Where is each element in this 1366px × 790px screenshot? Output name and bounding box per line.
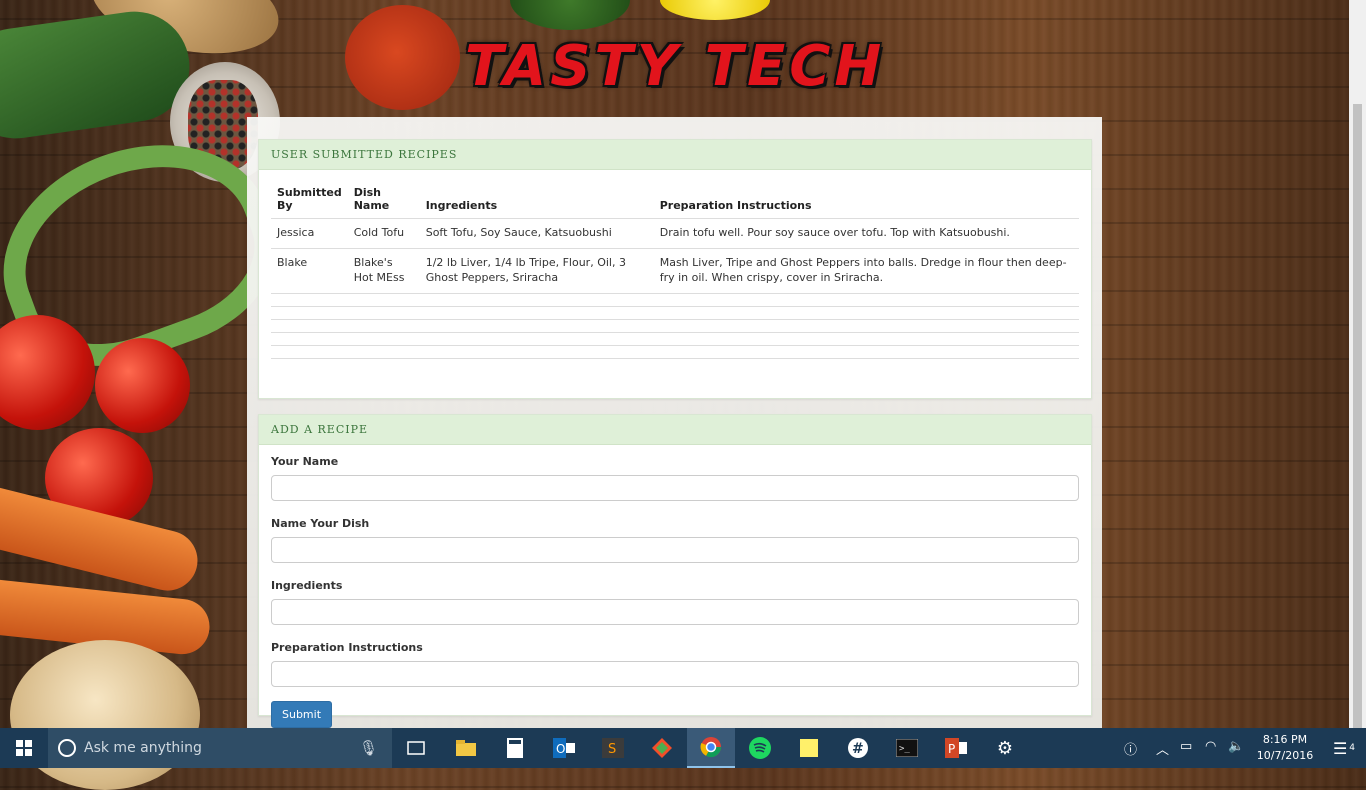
ingredients-input[interactable] — [271, 599, 1079, 625]
notification-count: 4 — [1349, 743, 1356, 753]
svg-text:>_: >_ — [899, 744, 910, 754]
table-row: Jessica Cold Tofu Soft Tofu, Soy Sauce, … — [271, 218, 1079, 249]
your-name-label: Your Name — [271, 455, 339, 468]
cortana-search-box[interactable]: Ask me anything 🎙 — [48, 728, 392, 768]
git-icon[interactable] — [638, 728, 686, 768]
table-row: Blake Blake's Hot MEss 1/2 lb Liver, 1/4… — [271, 248, 1079, 294]
chrome-icon[interactable] — [687, 728, 735, 768]
settings-gear-icon[interactable]: ⚙ — [981, 728, 1029, 768]
outlook-icon[interactable]: O — [540, 728, 588, 768]
action-center-icon[interactable]: ☰ 4 — [1322, 728, 1366, 768]
ingredients-label: Ingredients — [271, 579, 343, 592]
column-header-submitted-by: Submitted By — [271, 182, 348, 219]
slack-icon[interactable]: # — [834, 728, 882, 768]
empty-table-row — [271, 345, 1079, 359]
page-scrollbar[interactable] — [1349, 0, 1366, 728]
lemon-decoration — [660, 0, 770, 20]
submit-button[interactable]: Submit — [271, 701, 333, 728]
cell-instructions: Drain tofu well. Pour soy sauce over tof… — [653, 218, 1079, 249]
paprika-jar-decoration — [345, 5, 460, 110]
table-header-row: Submitted By Dish Name Ingredients Prepa… — [271, 182, 1079, 219]
microphone-icon[interactable]: 🎙 — [359, 739, 378, 757]
empty-table-row — [271, 319, 1079, 333]
site-logo: TASTY TECH — [465, 34, 886, 99]
empty-table-row — [271, 306, 1079, 320]
taskbar: Ask me anything 🎙 O S # >_ P ⚙ ⓘ ︿ ▭ ◠ 🔈… — [0, 728, 1366, 768]
cell-submitted-by: Jessica — [271, 218, 348, 249]
scrollbar-thumb[interactable] — [1353, 104, 1362, 728]
clock-date: 10/7/2016 — [1256, 749, 1314, 762]
tomato-decoration — [95, 338, 190, 433]
add-recipe-panel: ADD A RECIPE Your Name Name Your Dish In… — [258, 414, 1092, 728]
empty-table-row — [271, 332, 1079, 346]
cell-ingredients: Soft Tofu, Soy Sauce, Katsuobushi — [419, 218, 654, 249]
powerpoint-icon[interactable]: P — [932, 728, 980, 768]
spotify-icon[interactable] — [736, 728, 784, 768]
calculator-icon[interactable] — [491, 728, 539, 768]
add-recipe-panel-title: ADD A RECIPE — [259, 415, 1091, 445]
show-hidden-icons-chevron-icon[interactable]: ︿ — [1156, 739, 1169, 758]
windows-start-icon[interactable] — [0, 728, 48, 768]
wifi-icon[interactable]: ◠ — [1205, 739, 1216, 754]
dish-name-label: Name Your Dish — [271, 517, 370, 530]
system-clock[interactable]: 8:16 PM 10/7/2016 — [1250, 732, 1320, 764]
column-header-ingredients: Ingredients — [419, 182, 654, 219]
main-container: USER SUBMITTED RECIPES Submitted By Dish… — [247, 117, 1102, 728]
sticky-notes-icon[interactable] — [785, 728, 833, 768]
svg-text:P: P — [948, 742, 955, 756]
svg-text:#: # — [852, 741, 864, 757]
search-placeholder: Ask me anything — [84, 740, 202, 756]
empty-table-row — [271, 293, 1079, 307]
cell-dish-name: Blake's Hot MEss — [347, 248, 420, 294]
cell-instructions: Mash Liver, Tripe and Ghost Peppers into… — [653, 248, 1079, 294]
file-explorer-icon[interactable] — [442, 728, 490, 768]
recipes-panel-title: USER SUBMITTED RECIPES — [259, 140, 1091, 170]
add-recipe-form: Your Name Name Your Dish Ingredients Pre… — [259, 445, 1091, 728]
cell-ingredients: 1/2 lb Liver, 1/4 lb Tripe, Flour, Oil, … — [419, 248, 654, 294]
dish-name-input[interactable] — [271, 537, 1079, 563]
cell-dish-name: Cold Tofu — [347, 218, 420, 249]
instructions-label: Preparation Instructions — [271, 641, 423, 654]
your-name-input[interactable] — [271, 475, 1079, 501]
volume-icon[interactable]: 🔈 — [1228, 739, 1244, 754]
clock-time: 8:16 PM — [1262, 733, 1308, 746]
recipes-table: Submitted By Dish Name Ingredients Prepa… — [271, 182, 1079, 359]
column-header-instructions: Preparation Instructions — [653, 182, 1079, 219]
sublime-text-icon[interactable]: S — [589, 728, 637, 768]
battery-icon[interactable]: ▭ — [1180, 739, 1192, 754]
instructions-input[interactable] — [271, 661, 1079, 687]
terminal-icon[interactable]: >_ — [883, 728, 931, 768]
notification-icon: ☰ — [1332, 738, 1348, 758]
svg-text:O: O — [556, 742, 565, 756]
svg-text:S: S — [608, 742, 616, 757]
cell-submitted-by: Blake — [271, 248, 348, 294]
info-notification-icon[interactable]: ⓘ — [1124, 739, 1137, 758]
cucumber-decoration — [0, 4, 197, 146]
cortana-icon — [58, 739, 76, 757]
column-header-dish-name: Dish Name — [347, 182, 420, 219]
recipes-panel: USER SUBMITTED RECIPES Submitted By Dish… — [258, 139, 1092, 399]
task-view-icon[interactable] — [392, 728, 440, 768]
herbs-decoration — [510, 0, 630, 30]
